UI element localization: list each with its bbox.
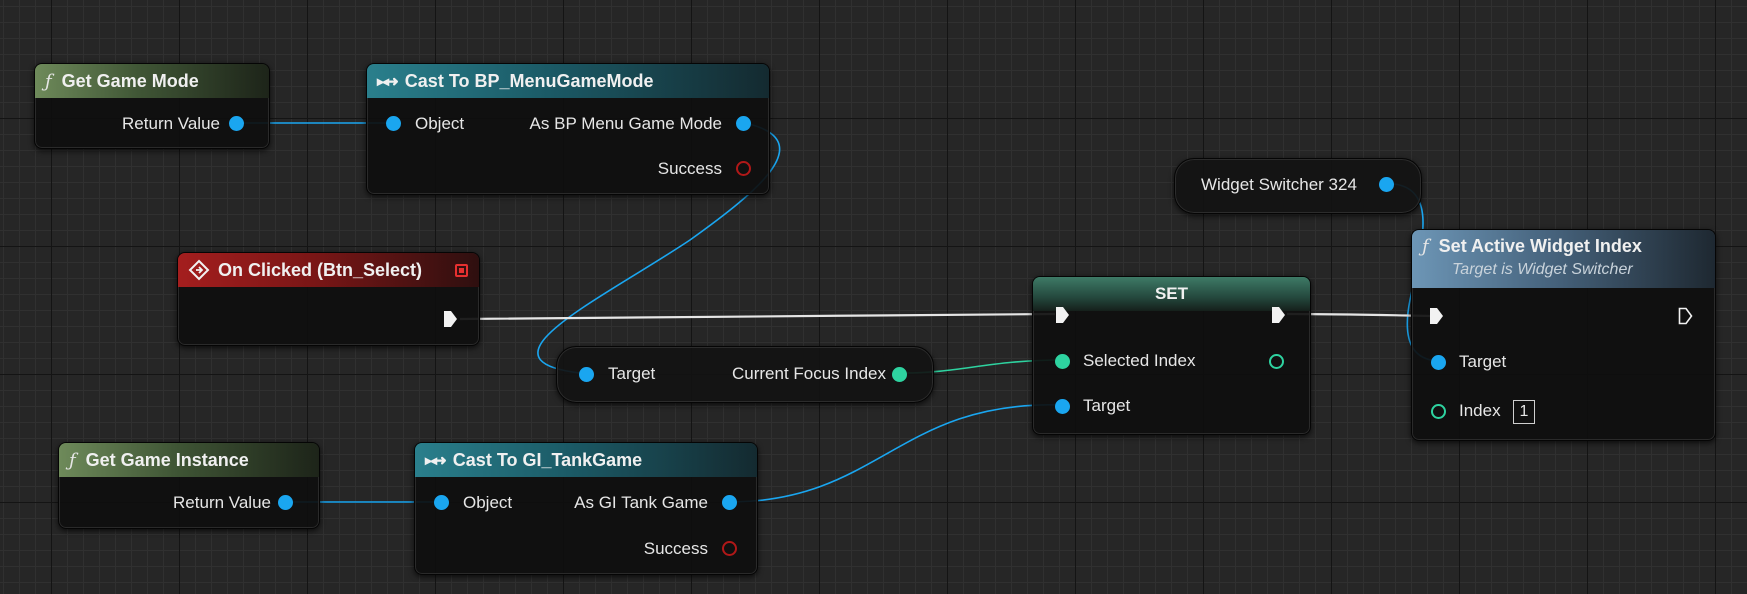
node-get-game-instance[interactable]: ƒ Get Game Instance Return Value xyxy=(58,442,320,529)
wire-tankgame-to-set-target xyxy=(732,404,1063,503)
selected-index-label: Selected Index xyxy=(1083,351,1196,370)
current-focus-index-label: Current Focus Index xyxy=(731,364,886,383)
node-cast-tank-game[interactable]: ▸◂➜ Cast To GI_TankGame Object As GI Tan… xyxy=(414,442,758,575)
target-label: Target xyxy=(608,364,656,383)
node-get-game-mode[interactable]: ƒ Get Game Mode Return Value xyxy=(34,63,270,149)
current-focus-index-pin[interactable] xyxy=(892,367,907,382)
node-header: ƒ Get Game Instance xyxy=(59,443,319,477)
as-tank-game-pin[interactable] xyxy=(722,495,737,510)
return-value-pin[interactable] xyxy=(229,116,244,131)
node-title: Set Active Widget Index xyxy=(1438,236,1642,256)
exec-output-pin[interactable] xyxy=(1678,307,1693,325)
success-label: Success xyxy=(643,539,708,558)
target-pin[interactable] xyxy=(579,367,594,382)
wire-exec-clicked-to-set xyxy=(459,312,1056,321)
node-subtitle: Target is Widget Switcher xyxy=(1452,261,1633,278)
node-title: Get Game Mode xyxy=(61,70,199,91)
target-pin[interactable] xyxy=(1431,355,1446,370)
return-value-label: Return Value xyxy=(122,114,220,133)
exec-input-pin[interactable] xyxy=(1055,306,1070,324)
success-label: Success xyxy=(657,159,722,178)
return-value-label: Return Value xyxy=(173,493,271,512)
node-header: ▸◂➜ Cast To BP_MenuGameMode xyxy=(367,64,769,98)
success-pin[interactable] xyxy=(736,161,751,176)
node-header: ƒ Get Game Mode xyxy=(35,64,269,98)
node-current-focus-index-getter[interactable]: Target Current Focus Index xyxy=(556,346,934,403)
node-set[interactable]: SET Selected Index Target xyxy=(1032,276,1311,435)
node-title: On Clicked (Btn_Select) xyxy=(218,259,423,280)
object-input-pin[interactable] xyxy=(434,495,449,510)
node-title: Get Game Instance xyxy=(85,449,249,470)
object-input-pin[interactable] xyxy=(386,116,401,131)
target-pin[interactable] xyxy=(1055,399,1070,414)
return-value-pin[interactable] xyxy=(278,495,293,510)
cast-icon: ▸◂➜ xyxy=(377,72,399,89)
index-label: Index xyxy=(1459,401,1501,420)
index-pin[interactable] xyxy=(1431,404,1446,419)
event-icon xyxy=(188,259,210,281)
as-menu-game-mode-pin[interactable] xyxy=(736,116,751,131)
exec-output-pin[interactable] xyxy=(443,310,458,328)
node-on-clicked-btn-select[interactable]: On Clicked (Btn_Select) xyxy=(177,252,480,346)
node-title: SET xyxy=(1154,284,1189,303)
index-value-input[interactable]: 1 xyxy=(1513,400,1535,424)
as-tank-game-label: As GI Tank Game xyxy=(574,493,708,512)
node-header: ƒ Set Active Widget Index Target is Widg… xyxy=(1412,230,1715,288)
exec-input-pin[interactable] xyxy=(1429,307,1444,325)
exec-output-pin[interactable] xyxy=(1271,306,1286,324)
widget-switcher-pin[interactable] xyxy=(1379,177,1394,192)
node-header: ▸◂➜ Cast To GI_TankGame xyxy=(415,443,757,477)
widget-switcher-label: Widget Switcher 324 xyxy=(1201,175,1357,194)
target-label: Target xyxy=(1459,352,1507,371)
success-pin[interactable] xyxy=(722,541,737,556)
as-menu-game-mode-label: As BP Menu Game Mode xyxy=(529,114,722,133)
selected-index-output-pin[interactable] xyxy=(1269,354,1284,369)
cast-icon: ▸◂➜ xyxy=(425,451,447,468)
object-label: Object xyxy=(463,493,513,512)
selected-index-pin[interactable] xyxy=(1055,354,1070,369)
event-delegate-icon xyxy=(455,264,468,277)
node-widget-switcher[interactable]: Widget Switcher 324 xyxy=(1174,158,1422,214)
function-icon: ƒ xyxy=(45,70,52,92)
node-set-active-widget-index[interactable]: ƒ Set Active Widget Index Target is Widg… xyxy=(1411,229,1716,441)
node-cast-menu-game-mode[interactable]: ▸◂➜ Cast To BP_MenuGameMode Object As BP… xyxy=(366,63,770,195)
node-header: On Clicked (Btn_Select) xyxy=(178,253,479,287)
function-icon: ƒ xyxy=(69,449,76,471)
node-title: Cast To BP_MenuGameMode xyxy=(404,70,654,91)
function-icon: ƒ xyxy=(1422,236,1429,257)
node-header: SET xyxy=(1033,277,1310,311)
target-label: Target xyxy=(1083,396,1131,415)
node-title: Cast To GI_TankGame xyxy=(452,449,643,470)
object-label: Object xyxy=(415,114,465,133)
